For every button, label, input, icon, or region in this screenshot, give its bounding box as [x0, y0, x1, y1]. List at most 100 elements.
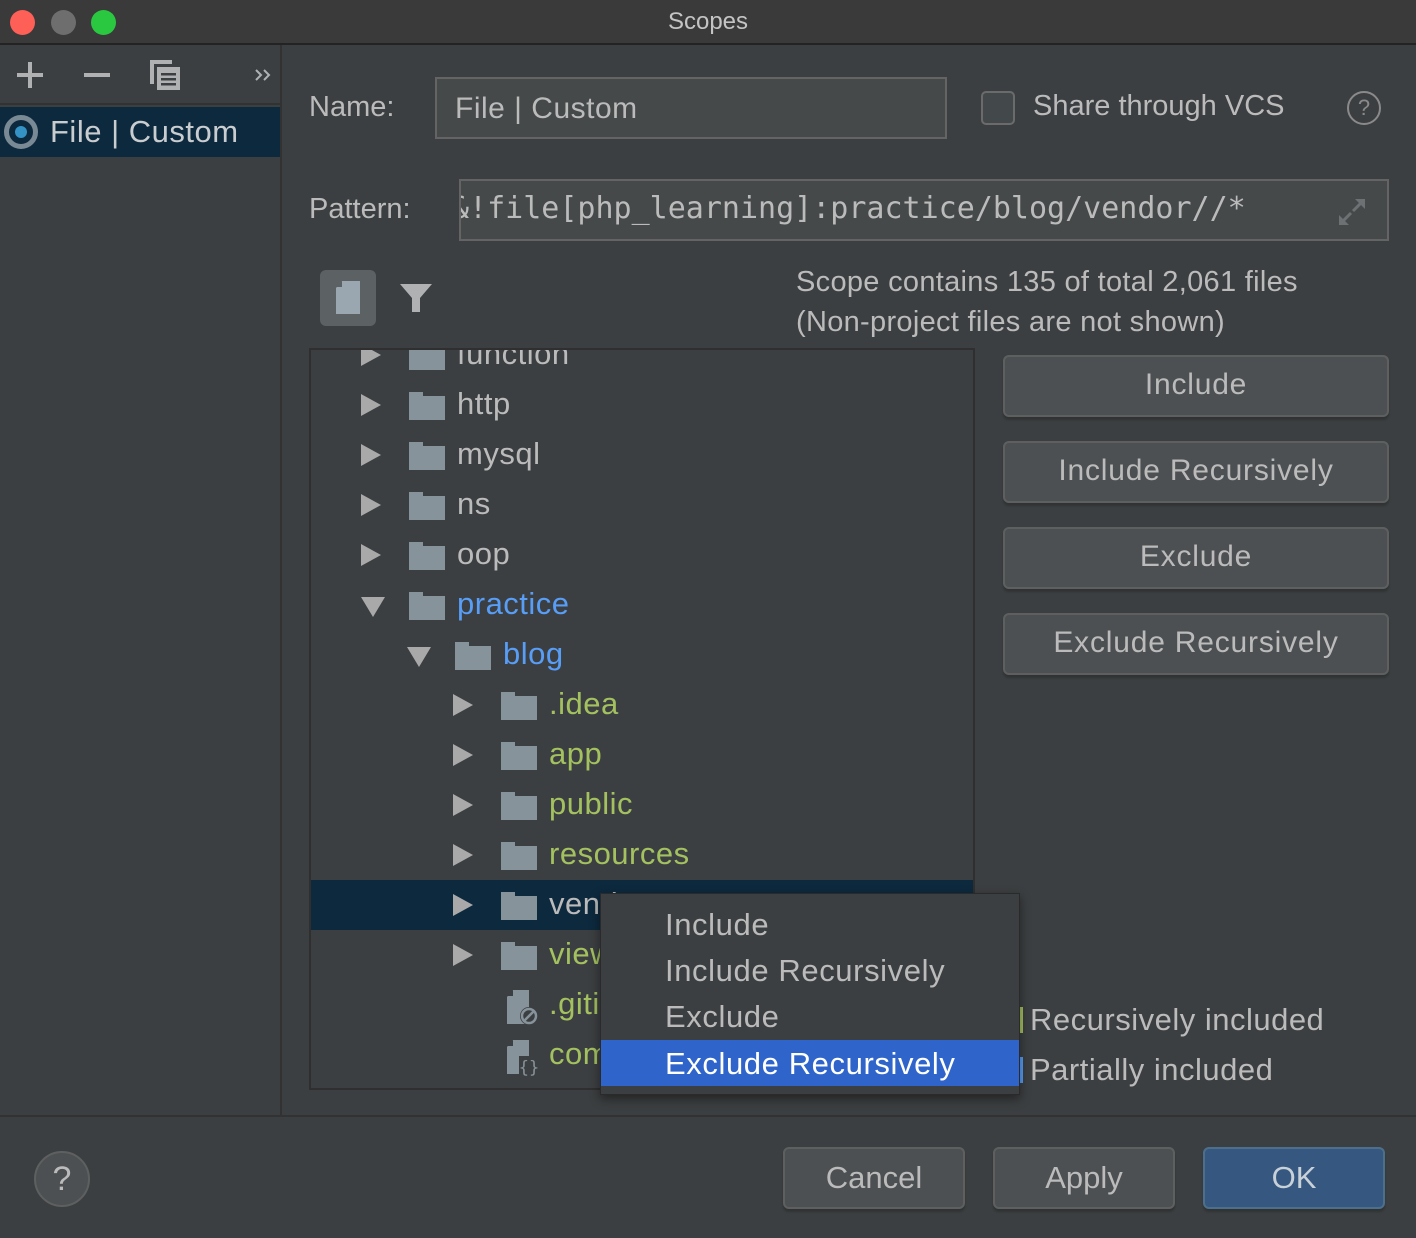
scope-note-text: (Non-project files are not shown)	[796, 306, 1225, 338]
tree-node-label: app	[549, 736, 603, 771]
expand-arrow-right-icon[interactable]	[361, 444, 381, 466]
menu-item-label: Include	[665, 907, 770, 942]
tree-node[interactable]: .idea	[311, 680, 973, 730]
folder-icon	[455, 642, 491, 670]
include-button[interactable]: Include	[1003, 355, 1389, 417]
folder-icon	[501, 792, 537, 820]
exclude-button[interactable]: Exclude	[1003, 527, 1389, 589]
expand-arrow-right-icon[interactable]	[453, 944, 473, 966]
share-vcs-checkbox[interactable]	[981, 91, 1015, 125]
pattern-input[interactable]: &!file[php_learning]:practice/blog/vendo…	[461, 191, 1246, 226]
expand-arrow-right-icon[interactable]	[361, 544, 381, 566]
ok-button[interactable]: OK	[1203, 1147, 1385, 1209]
menu-item-exclude[interactable]: Exclude	[601, 993, 1019, 1039]
title-bar: Scopes	[0, 0, 1416, 45]
folder-icon	[501, 842, 537, 870]
folder-icon	[501, 892, 537, 920]
tree-node[interactable]: practice	[311, 580, 973, 630]
show-files-toggle[interactable]	[320, 270, 376, 326]
folder-icon	[409, 350, 445, 370]
tree-node-label: .idea	[549, 686, 619, 721]
tree-node-label: function	[457, 348, 570, 371]
expand-arrow-right-icon[interactable]	[361, 494, 381, 516]
tree-node[interactable]: app	[311, 730, 973, 780]
window-title: Scopes	[667, 8, 749, 35]
folder-icon	[501, 742, 537, 770]
tree-node[interactable]: oop	[311, 530, 973, 580]
menu-item-include[interactable]: Include	[601, 901, 1019, 947]
menu-item-exclude-recursively[interactable]: Exclude Recursively	[601, 1040, 1019, 1086]
filter-icon[interactable]	[396, 278, 436, 318]
expand-arrow-right-icon[interactable]	[361, 394, 381, 416]
folder-icon	[501, 942, 537, 970]
minus-icon	[84, 73, 110, 77]
double-chevron-right-icon	[255, 69, 271, 81]
more-button[interactable]	[244, 55, 284, 95]
tree-node-label: http	[457, 386, 511, 421]
expand-arrow-down-icon[interactable]	[361, 597, 385, 617]
include-recursively-button[interactable]: Include Recursively	[1003, 441, 1389, 503]
tree-node[interactable]: function	[311, 348, 973, 380]
expand-arrow-right-icon[interactable]	[453, 844, 473, 866]
tree-node-label: mysql	[457, 436, 541, 471]
exclude-recursively-button[interactable]: Exclude Recursively	[1003, 613, 1389, 675]
menu-item-label: Exclude	[665, 999, 780, 1034]
dialog-footer: ? Cancel Apply OK	[0, 1115, 1416, 1238]
legend-partially-included: Partially included	[1018, 1052, 1273, 1088]
context-menu: Include Include Recursively Exclude Excl…	[600, 893, 1020, 1095]
legend-recursively-included: Recursively included	[1018, 1002, 1324, 1038]
cancel-button[interactable]: Cancel	[783, 1147, 965, 1209]
scope-list-item-label: File | Custom	[50, 114, 239, 149]
name-field[interactable]	[435, 77, 947, 139]
menu-item-label: Include Recursively	[665, 953, 946, 988]
expand-arrow-right-icon[interactable]	[361, 350, 381, 366]
folder-icon	[501, 692, 537, 720]
tree-node-label: resources	[549, 836, 690, 871]
folder-icon	[409, 392, 445, 420]
expand-arrow-down-icon[interactable]	[407, 647, 431, 667]
help-icon[interactable]: ?	[1347, 91, 1381, 125]
tree-node[interactable]: mysql	[311, 430, 973, 480]
name-label: Name:	[309, 91, 395, 123]
pattern-field[interactable]: &!file[php_learning]:practice/blog/vendo…	[459, 179, 1389, 241]
copy-icon	[150, 60, 180, 90]
expand-arrow-right-icon[interactable]	[453, 794, 473, 816]
scope-info: Scope contains 135 of total 2,061 files …	[796, 262, 1298, 342]
scope-list-item[interactable]: File | Custom	[0, 107, 280, 157]
copy-scope-button[interactable]	[145, 55, 185, 95]
svg-text:{}: {}	[519, 1058, 539, 1076]
tree-node[interactable]: ns	[311, 480, 973, 530]
expand-icon[interactable]	[1335, 195, 1369, 229]
expand-arrow-right-icon[interactable]	[453, 744, 473, 766]
menu-item-label: Exclude Recursively	[665, 1046, 956, 1081]
folder-icon	[409, 492, 445, 520]
expand-arrow-right-icon[interactable]	[453, 894, 473, 916]
legend-label: Partially included	[1030, 1052, 1274, 1087]
scope-count-text: Scope contains 135 of total 2,061 files	[796, 266, 1298, 298]
ignore-file-icon	[507, 990, 538, 1025]
tree-node-label: public	[549, 786, 633, 821]
tree-node[interactable]: blog	[311, 630, 973, 680]
tree-node[interactable]: http	[311, 380, 973, 430]
expand-arrow-right-icon[interactable]	[453, 694, 473, 716]
folder-icon	[409, 442, 445, 470]
tree-node[interactable]: public	[311, 780, 973, 830]
folder-icon	[409, 542, 445, 570]
tree-node[interactable]: resources	[311, 830, 973, 880]
tree-node-label: ns	[457, 486, 491, 521]
tree-node-label: oop	[457, 536, 511, 571]
scope-radio-icon	[4, 115, 38, 149]
file-icon	[336, 281, 360, 314]
json-file-icon: {}	[507, 1040, 539, 1076]
add-scope-button[interactable]	[10, 55, 50, 95]
tree-node-label: blog	[503, 636, 564, 671]
remove-scope-button[interactable]	[77, 55, 117, 95]
menu-item-include-recursively[interactable]: Include Recursively	[601, 947, 1019, 993]
share-vcs-label[interactable]: Share through VCS	[1033, 90, 1284, 123]
help-button[interactable]: ?	[34, 1151, 90, 1207]
folder-icon	[409, 592, 445, 620]
apply-button[interactable]: Apply	[993, 1147, 1175, 1209]
sidebar-toolbar	[0, 45, 280, 105]
name-input[interactable]	[453, 91, 937, 127]
scopes-sidebar: File | Custom	[0, 45, 282, 1115]
